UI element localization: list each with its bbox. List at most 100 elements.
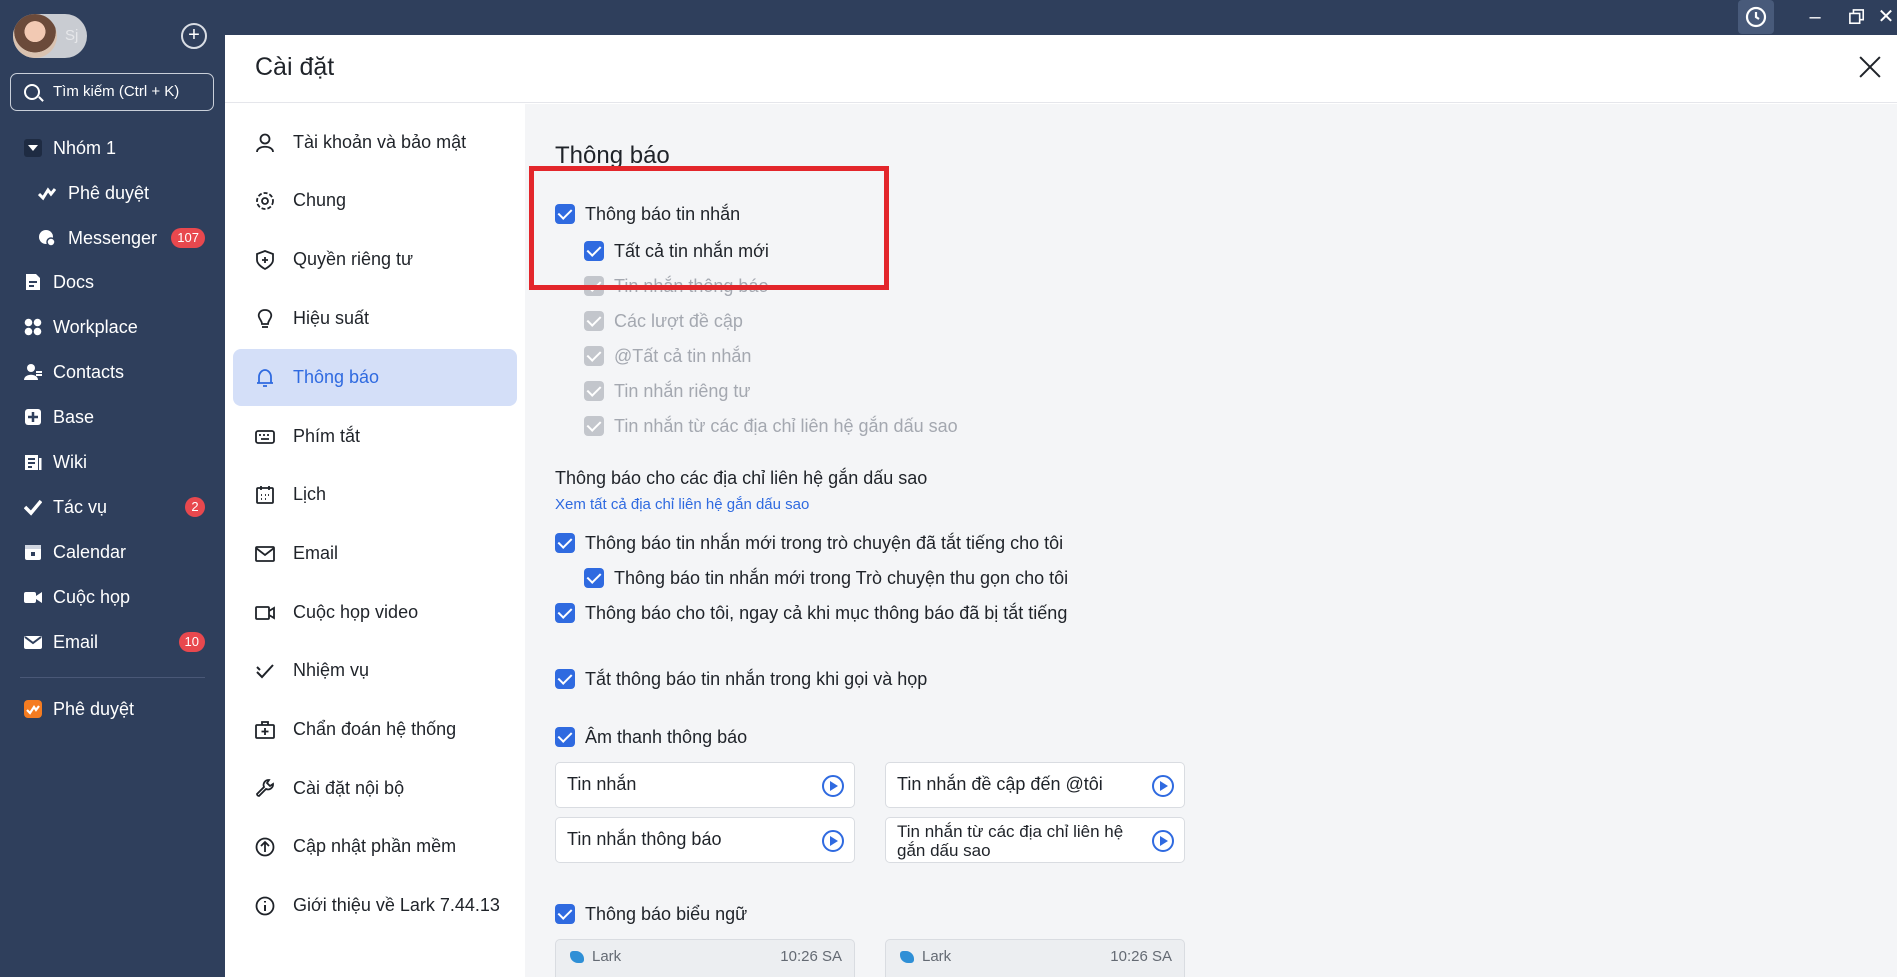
search-icon (24, 84, 40, 100)
caret-down-icon (24, 139, 42, 157)
app-sidebar: Sj + Tìm kiếm (Ctrl + K) Nhóm 1 Phê duyệ… (0, 0, 225, 977)
sidebar-item-email[interactable]: Email 10 (0, 622, 225, 662)
email-badge: 10 (178, 632, 205, 652)
sidebar-item-tasks[interactable]: Tác vụ 2 (0, 487, 225, 527)
menu-item-label: Chung (293, 190, 347, 210)
checkbox-label: @Tất cả tin nhắn (614, 346, 752, 366)
sidebar-item-workplace[interactable]: Workplace (0, 307, 225, 347)
window-close-button[interactable]: ✕ (1875, 0, 1897, 34)
checkbox-checked[interactable] (584, 568, 604, 588)
sidebar-item-approval[interactable]: Phê duyệt (0, 173, 225, 213)
checkbox-label: Tắt thông báo tin nhắn trong khi gọi và … (585, 669, 928, 689)
sidebar-item-contacts[interactable]: Contacts (0, 352, 225, 392)
menu-item-internal[interactable]: Cài đặt nội bộ (233, 760, 517, 817)
sound-option-mentions[interactable]: Tin nhắn đề cập đến @tôi (885, 762, 1185, 808)
play-icon[interactable] (822, 830, 844, 852)
menu-item-label: Cài đặt nội bộ (293, 778, 405, 798)
sidebar-item-label: Contacts (53, 362, 125, 382)
menu-item-video-meetings[interactable]: Cuộc họp video (233, 584, 517, 641)
menu-item-label: Cuộc họp video (293, 602, 419, 622)
menu-item-notifications[interactable]: Thông báo (233, 349, 517, 406)
menu-item-about[interactable]: Giới thiệu về Lark 7.44.13 (233, 877, 517, 934)
wrench-icon (256, 779, 274, 797)
sound-option-notification-messages[interactable]: Tin nhắn thông báo (555, 817, 855, 863)
add-button[interactable]: + (181, 23, 207, 49)
keyboard-icon (255, 430, 275, 444)
approval-app-icon (24, 700, 42, 718)
sound-label: Tin nhắn (567, 774, 637, 794)
menu-item-shortcuts[interactable]: Phím tắt (233, 408, 517, 465)
sidebar-item-docs[interactable]: Docs (0, 262, 225, 302)
plus-icon: + (188, 24, 200, 46)
bell-icon (257, 369, 273, 387)
play-icon[interactable] (1152, 775, 1174, 797)
preview-time: 10:26 SA (780, 948, 842, 965)
checkbox-checked[interactable] (555, 603, 575, 623)
menu-item-diagnostics[interactable]: Chẩn đoán hệ thống (233, 701, 517, 758)
banner-preview-right[interactable]: Lark 10:26 SA (885, 939, 1185, 977)
play-icon[interactable] (822, 775, 844, 797)
menu-item-label: Nhiệm vụ (293, 660, 370, 680)
sidebar-item-group[interactable]: Nhóm 1 (0, 128, 225, 168)
settings-dialog: Cài đặt Tài khoản và bảo mật Chung Quyền… (225, 35, 1897, 977)
user-icon (256, 133, 274, 153)
bulb-icon (257, 309, 273, 328)
menu-item-label: Tài khoản và bảo mật (293, 132, 467, 152)
messenger-icon (39, 230, 56, 247)
restore-button[interactable] (1842, 0, 1872, 34)
menu-item-calendar[interactable]: Lịch (233, 466, 517, 523)
history-button[interactable] (1738, 0, 1774, 34)
sound-label: Tin nhắn thông báo (567, 829, 722, 849)
menu-item-label: Quyền riêng tư (293, 249, 414, 269)
sidebar-item-base[interactable]: Base (0, 397, 225, 437)
sidebar-item-label: Docs (53, 272, 95, 292)
checkbox-disabled (584, 381, 604, 401)
minimize-icon: – (1809, 6, 1821, 28)
sound-option-messages[interactable]: Tin nhắn (555, 762, 855, 808)
menu-item-label: Thông báo (293, 367, 380, 387)
wiki-icon (25, 455, 42, 470)
search-placeholder: Tìm kiếm (Ctrl + K) (53, 83, 180, 100)
sound-label: Tin nhắn đề cập đến @tôi (897, 774, 1103, 794)
checkbox-checked[interactable] (555, 727, 575, 747)
history-icon (1745, 6, 1767, 28)
menu-item-account[interactable]: Tài khoản và bảo mật (233, 114, 517, 171)
checkbox-label: Tin nhắn từ các địa chỉ liên hệ gắn dấu … (614, 416, 958, 436)
menu-item-label: Giới thiệu về Lark 7.44.13 (293, 895, 500, 915)
sidebar-item-label: Email (53, 632, 99, 652)
menu-item-performance[interactable]: Hiệu suất (233, 290, 517, 347)
menu-item-tasks[interactable]: Nhiệm vụ (233, 642, 517, 699)
approval-icon (38, 187, 56, 201)
checkbox-checked[interactable] (555, 669, 575, 689)
info-icon (255, 896, 275, 916)
minimize-button[interactable]: – (1800, 0, 1830, 34)
close-icon[interactable] (1855, 53, 1885, 83)
sidebar-item-label: Tác vụ (53, 497, 108, 517)
highlight-box (529, 166, 889, 290)
preview-app-name: Lark (922, 948, 952, 965)
sidebar-item-label: Phê duyệt (53, 699, 135, 719)
checkbox-label: Âm thanh thông báo (585, 727, 748, 747)
sidebar-item-calendar[interactable]: Calendar (0, 532, 225, 572)
checkbox-checked[interactable] (555, 533, 575, 553)
menu-item-general[interactable]: Chung (233, 172, 517, 229)
sidebar-item-approval-app[interactable]: Phê duyệt (0, 689, 225, 729)
play-icon[interactable] (1152, 830, 1174, 852)
starred-contacts-link[interactable]: Xem tất cả địa chỉ liên hệ gắn dấu sao (555, 496, 809, 513)
sidebar-item-meetings[interactable]: Cuộc họp (0, 577, 225, 617)
menu-item-software-update[interactable]: Cập nhật phần mềm (233, 818, 517, 875)
settings-header: Cài đặt (225, 35, 1897, 103)
banner-preview-left[interactable]: Lark 10:26 SA (555, 939, 855, 977)
search-input[interactable]: Tìm kiếm (Ctrl + K) (10, 73, 214, 111)
checkbox-checked[interactable] (555, 904, 575, 924)
sound-option-starred[interactable]: Tin nhắn từ các địa chỉ liên hệ gắn dấu … (885, 817, 1185, 863)
sidebar-item-wiki[interactable]: Wiki (0, 442, 225, 482)
lark-logo-icon (900, 951, 914, 963)
unread-badge: 107 (171, 228, 205, 248)
menu-item-privacy[interactable]: Quyền riêng tư (233, 231, 517, 288)
sidebar-item-messenger[interactable]: Messenger 107 (0, 218, 225, 258)
menu-item-email[interactable]: Email (233, 525, 517, 582)
sidebar-item-label: Base (53, 407, 95, 427)
avatar[interactable]: Sj (13, 14, 87, 58)
menu-item-label: Chẩn đoán hệ thống (293, 719, 457, 739)
